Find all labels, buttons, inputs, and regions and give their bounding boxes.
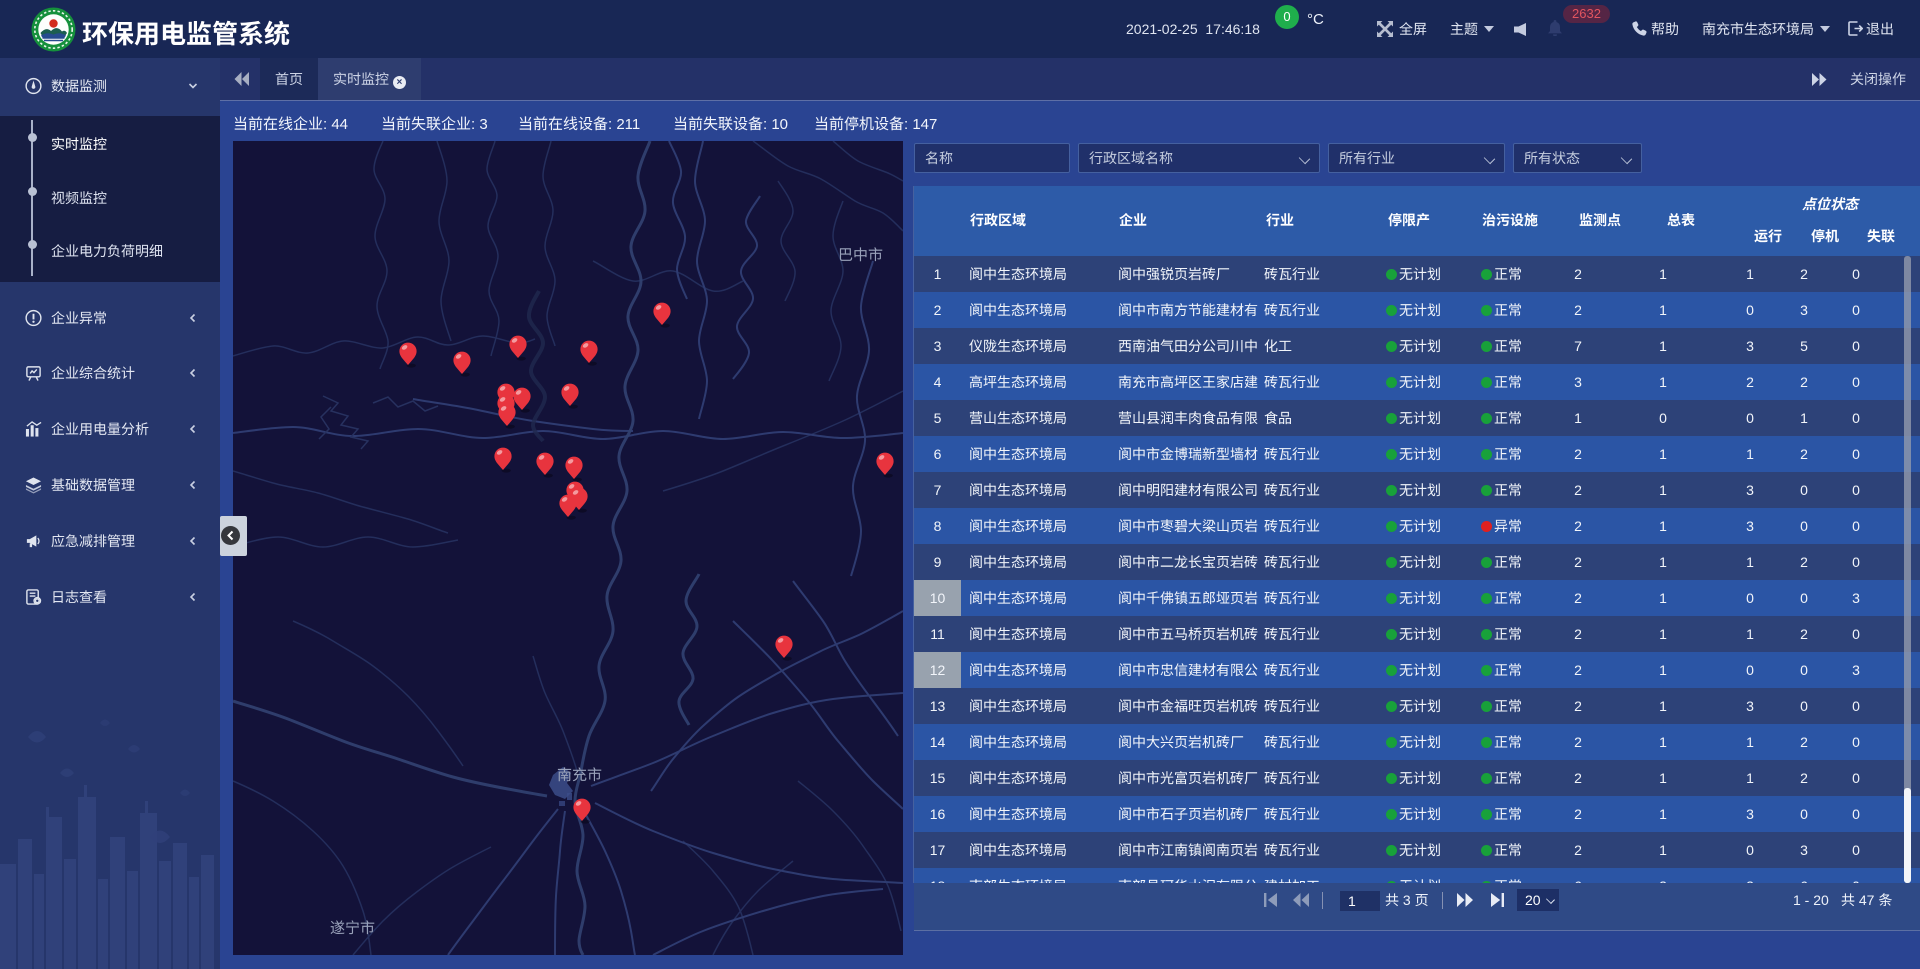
svg-text:巴中市: 巴中市 [838, 247, 883, 264]
svg-text:遂宁市: 遂宁市 [330, 920, 375, 937]
svg-text:南充市: 南充市 [557, 767, 602, 784]
